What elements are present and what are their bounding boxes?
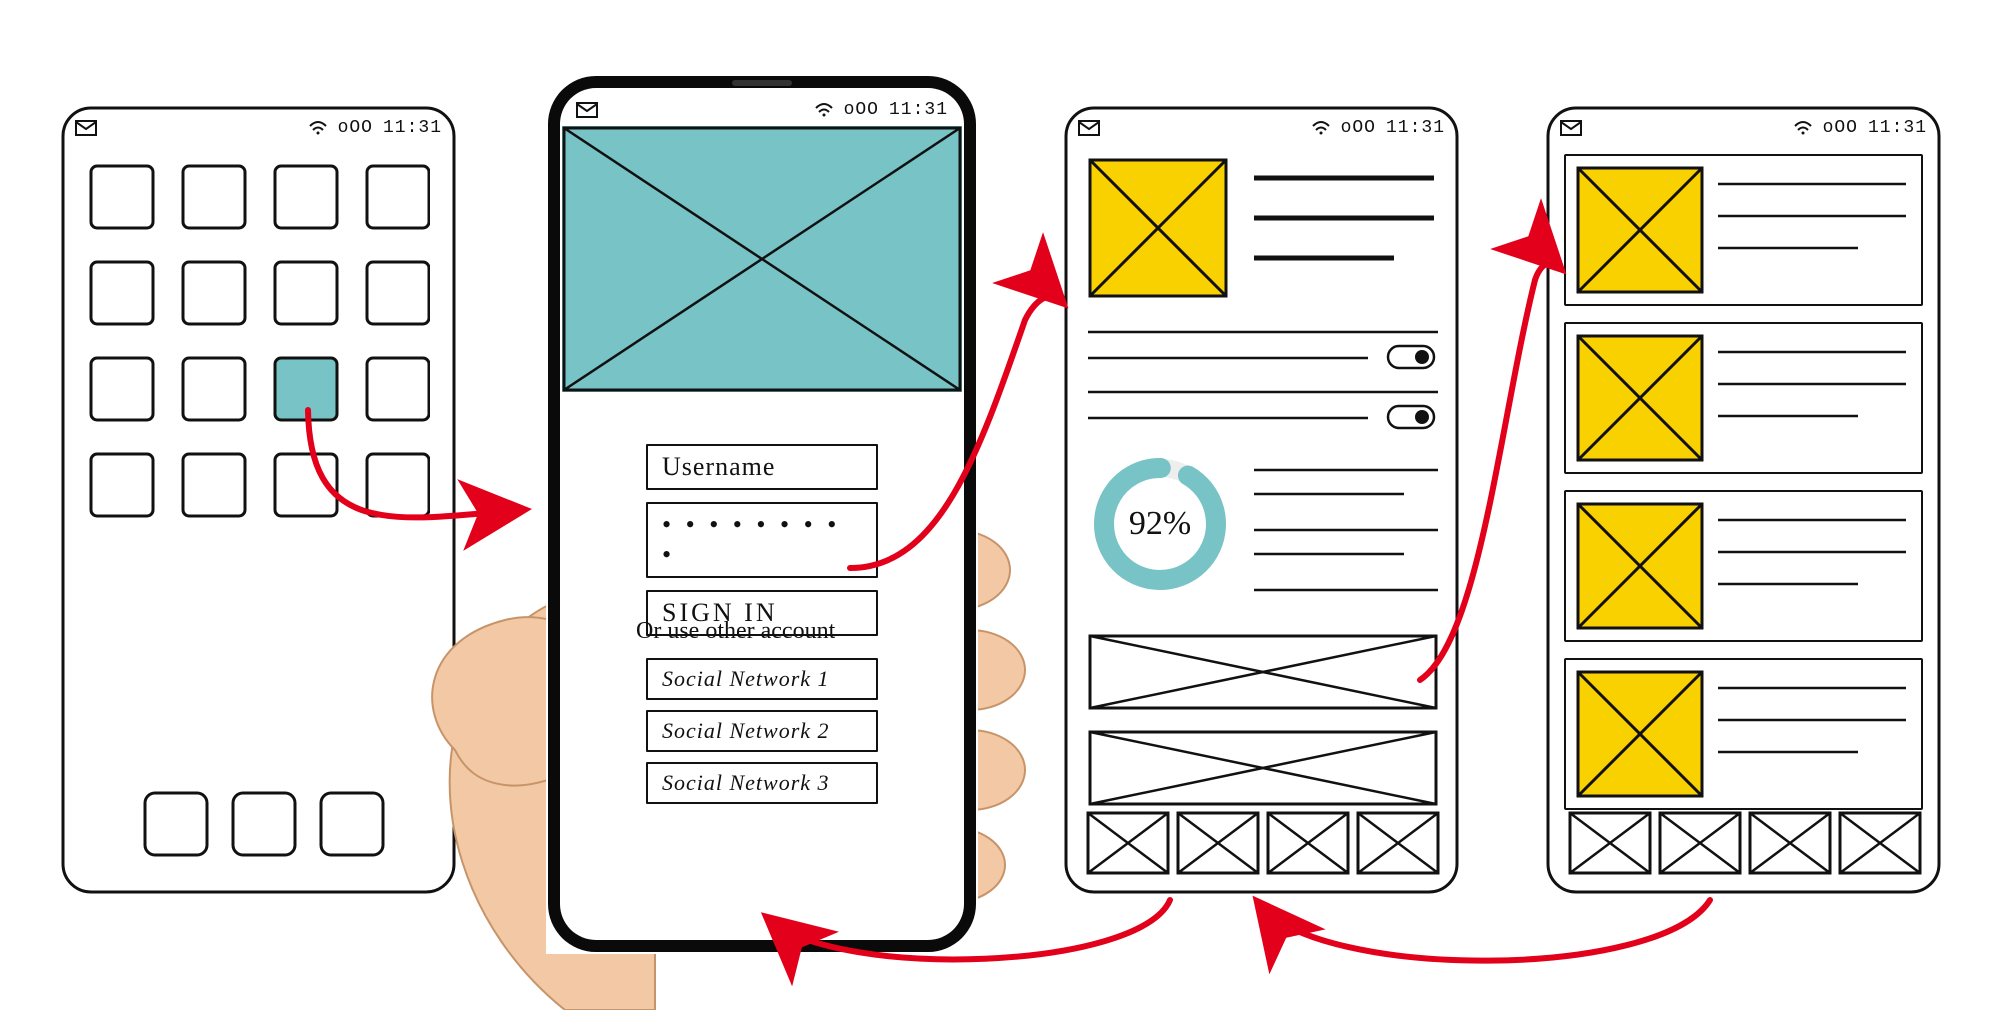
wireframe-flow-diagram: oOO 11:31	[0, 0, 2000, 1012]
arrow-profile-nav-to-login	[770, 900, 1170, 959]
arrow-profile-to-list	[1420, 263, 1558, 680]
arrow-list-nav-to-profile	[1260, 900, 1710, 961]
arrow-home-to-login	[308, 410, 520, 517]
arrow-login-to-profile	[850, 296, 1060, 568]
flow-arrows	[0, 0, 2000, 1012]
